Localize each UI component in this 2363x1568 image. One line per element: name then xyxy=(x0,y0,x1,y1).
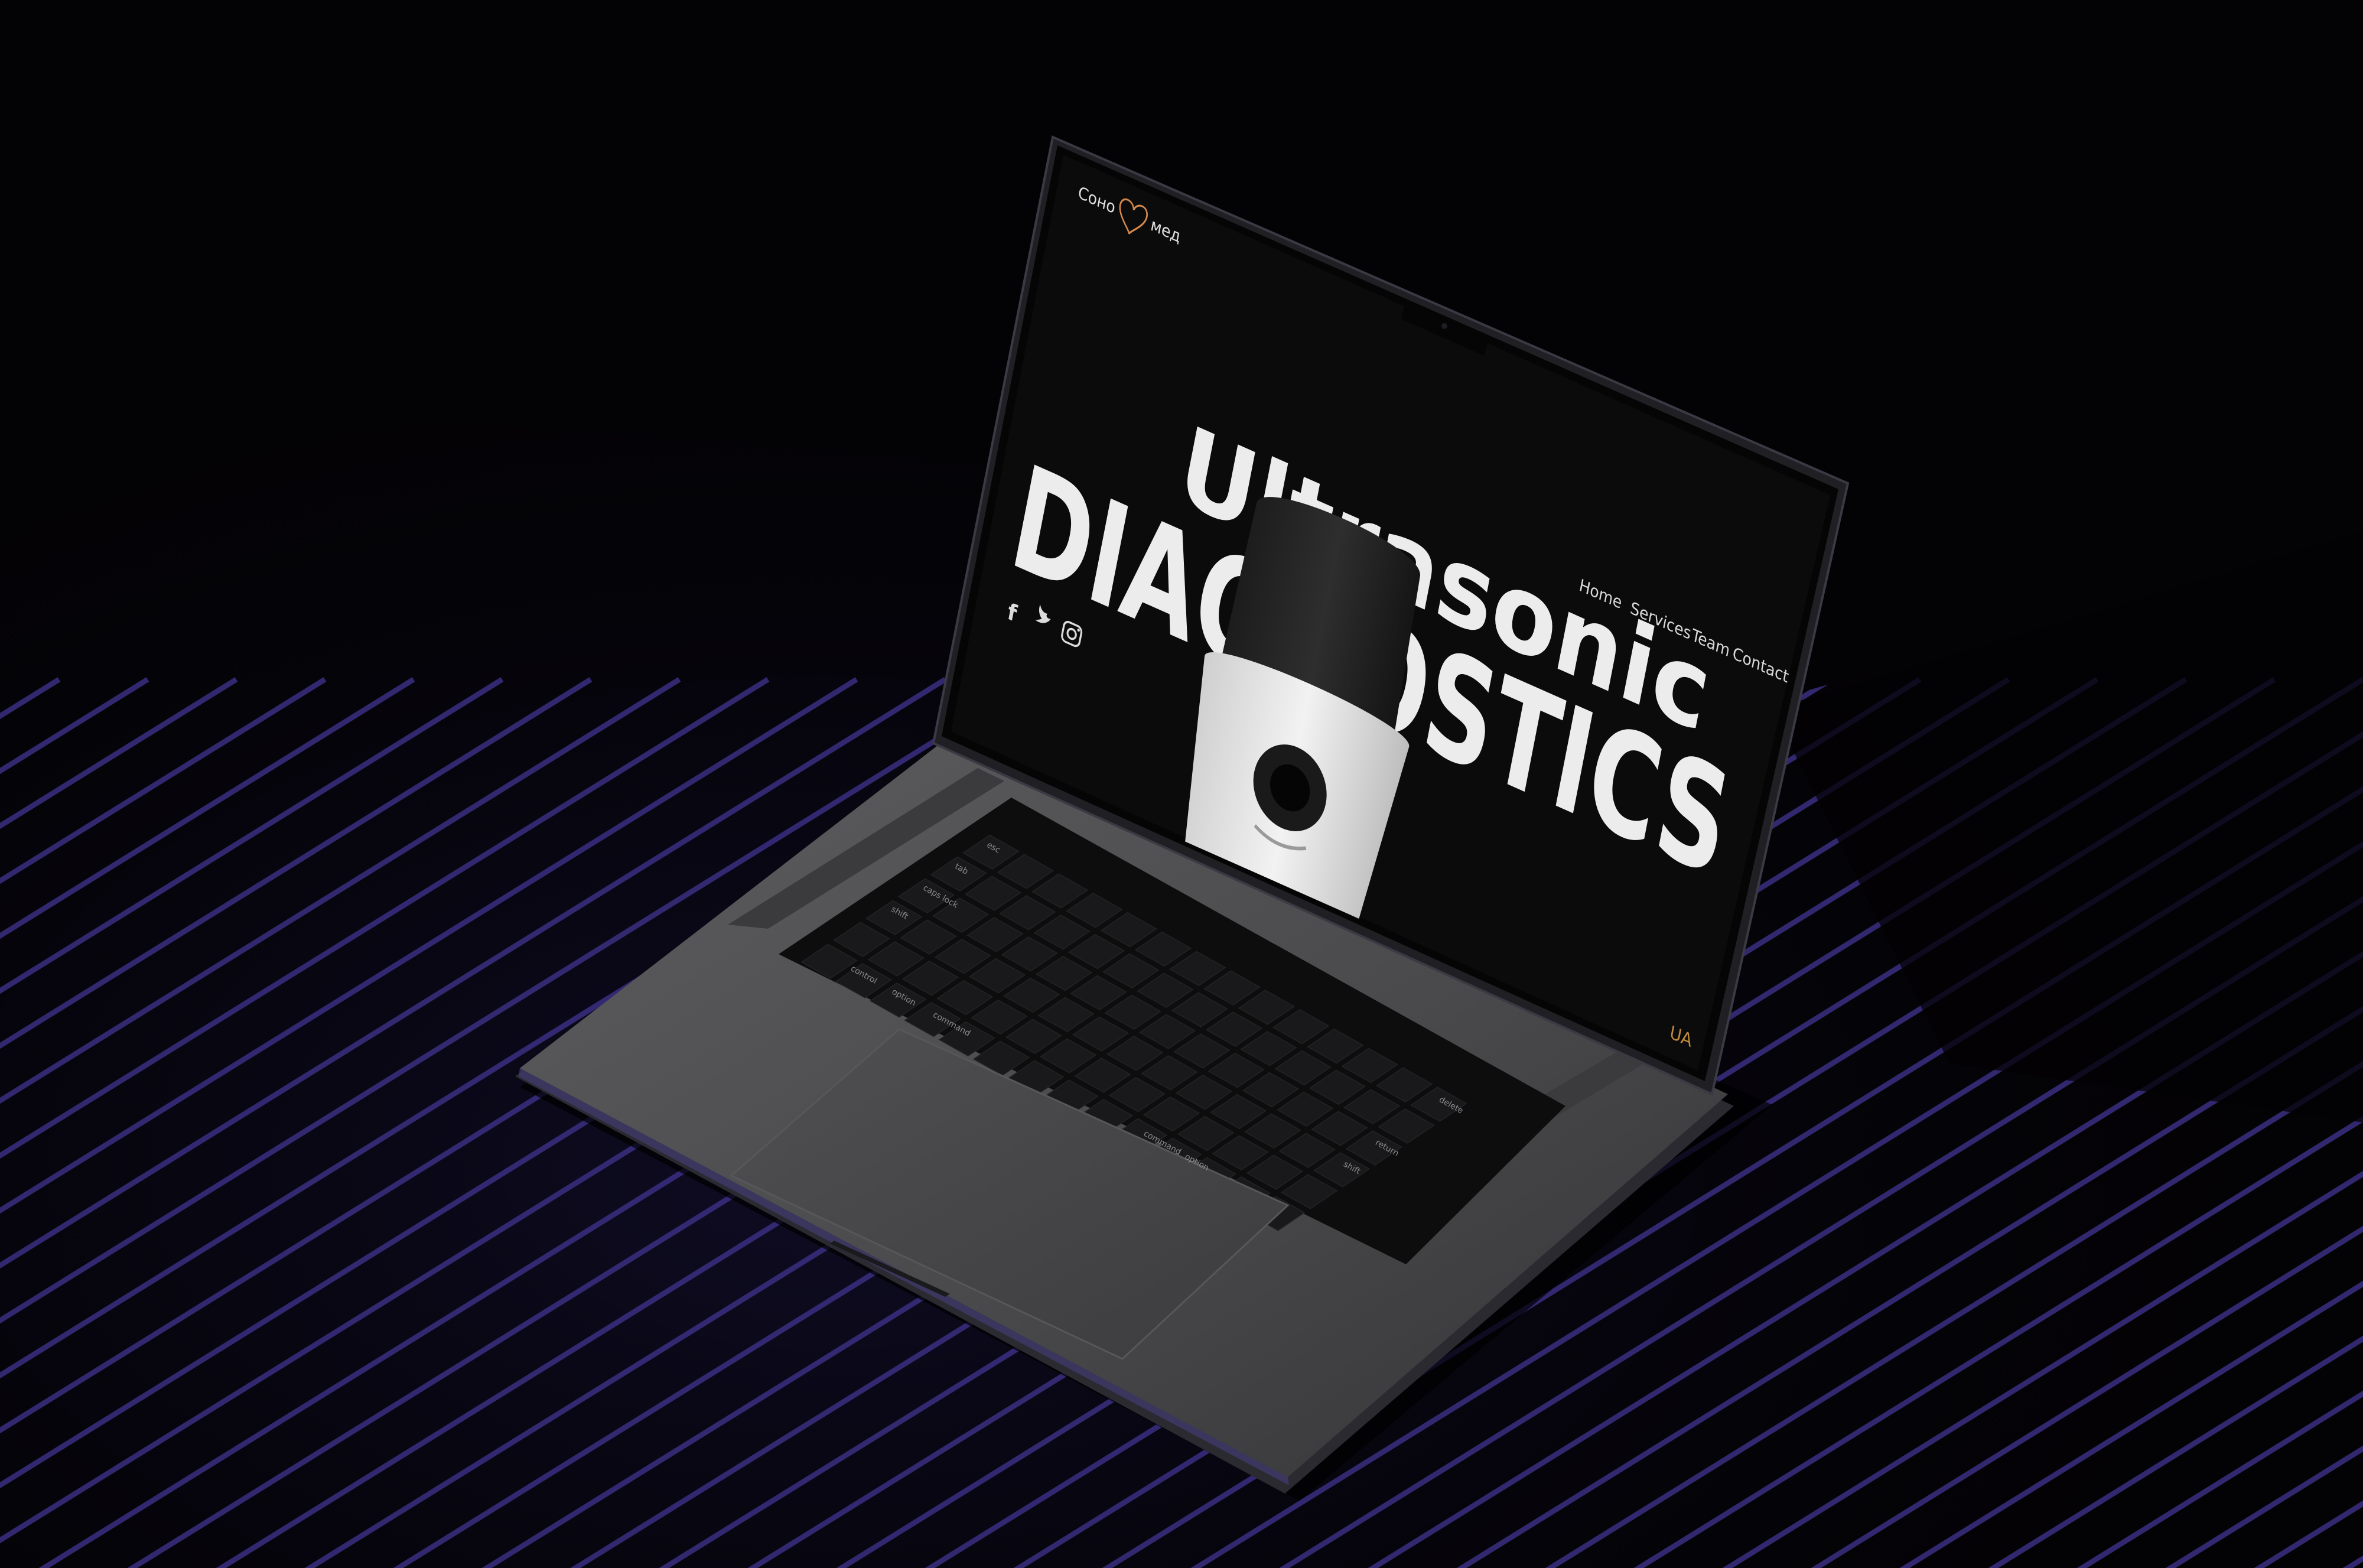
camera-dot xyxy=(1441,323,1447,329)
laptop-mockup-scene: Сонo мед Home Services Team Contact Ultr… xyxy=(0,0,2363,1568)
